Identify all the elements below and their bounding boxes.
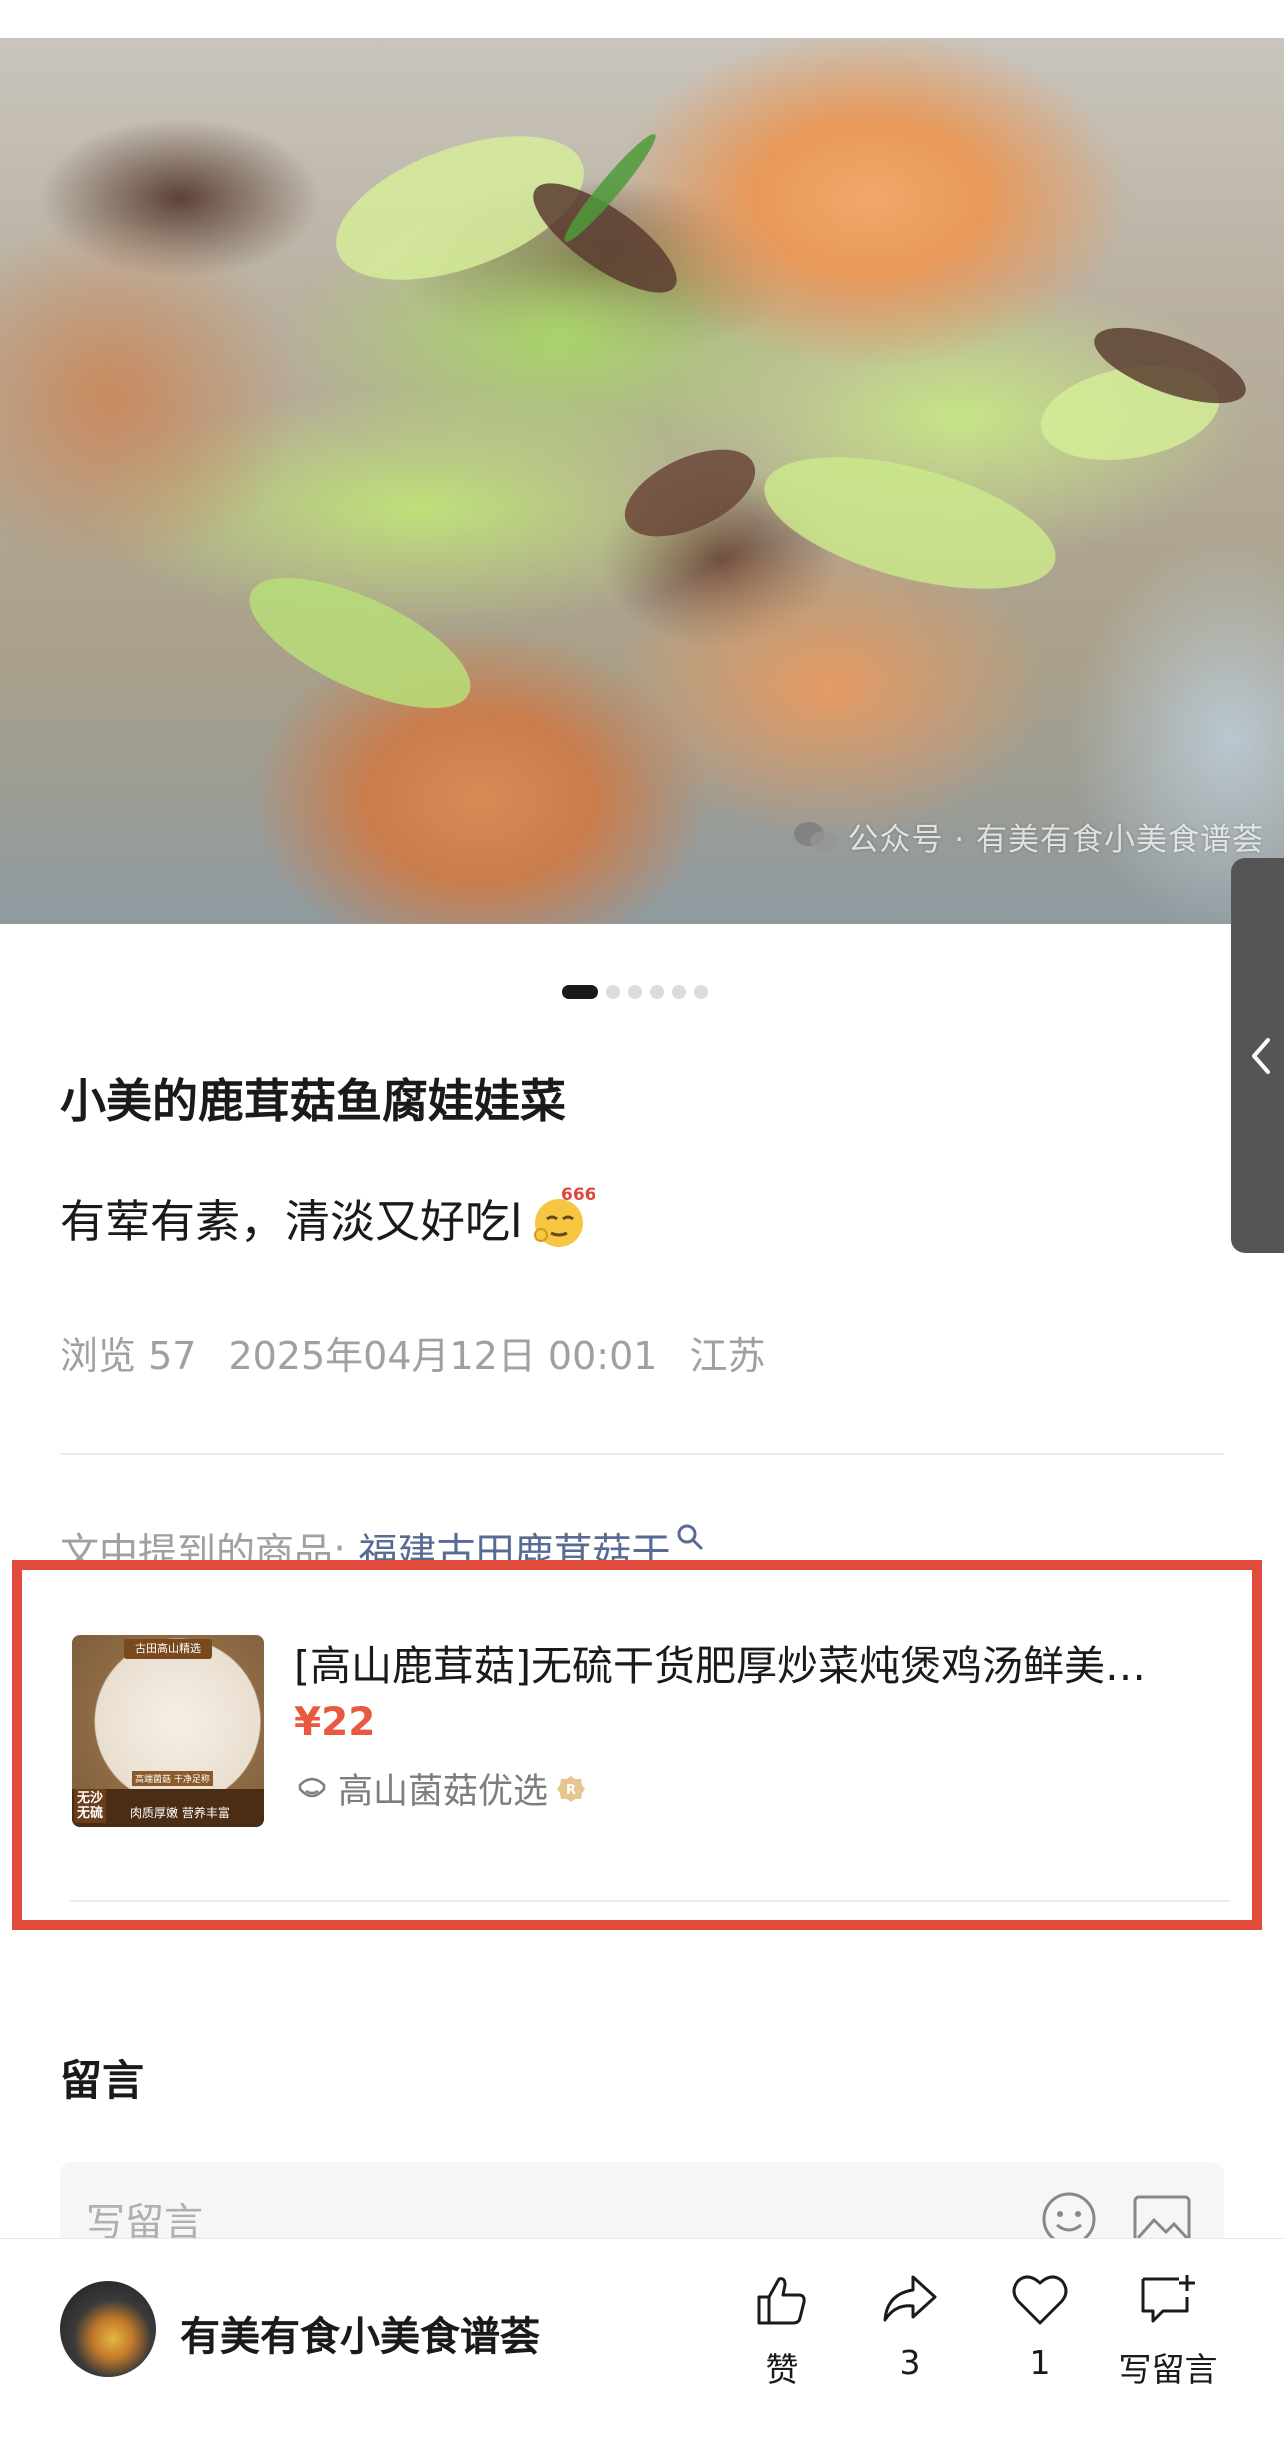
thumb-tag: 肉质厚嫩 营养丰富 xyxy=(130,1806,230,1820)
carousel-dot xyxy=(650,985,664,999)
view-count: 浏览 57 xyxy=(60,1334,197,1378)
shop-icon xyxy=(298,1777,326,1797)
product-title[interactable]: [高山鹿茸菇]无硫干货肥厚炒菜炖煲鸡汤鲜美… xyxy=(294,1632,1224,1692)
write-comment-button[interactable]: 写留言 xyxy=(1108,2269,1228,2391)
chevron-left-icon xyxy=(1252,1037,1270,1074)
article-description: 有荤有素，清淡又好吃l 666 xyxy=(60,1183,595,1251)
carousel-dot xyxy=(562,985,598,999)
avatar[interactable] xyxy=(60,2281,156,2377)
publish-datetime: 2025年04月12日 00:01 xyxy=(228,1334,658,1378)
favorite-button[interactable]: 1 xyxy=(980,2269,1100,2382)
product-price: ¥22 xyxy=(294,1700,376,1745)
share-icon xyxy=(883,2275,937,2322)
carousel-dot xyxy=(628,985,642,999)
divider xyxy=(70,1900,1230,1902)
thumb-tag: 高端菌菇 干净足称 xyxy=(132,1771,213,1786)
comment-add-icon xyxy=(1141,2275,1195,2323)
product-shop[interactable]: 高山菌菇优选 R xyxy=(294,1763,586,1814)
product-thumbnail: 古田高山精选 高端菌菇 干净足称 无沙 无硫 肉质厚嫩 营养丰富 xyxy=(72,1635,264,1827)
carousel-dot xyxy=(694,985,708,999)
publish-location: 江苏 xyxy=(689,1334,766,1378)
image-watermark: 公众号 · 有美有食小美食谱荟 xyxy=(793,814,1264,859)
like-button[interactable]: 赞 xyxy=(722,2269,842,2391)
like-label: 赞 xyxy=(765,2350,799,2389)
description-text: 有荤有素，清淡又好吃l xyxy=(60,1194,523,1248)
verified-badge-icon: R xyxy=(557,1775,586,1802)
article-meta: 浏览 57 2025年04月12日 00:01 江苏 xyxy=(60,1325,765,1380)
write-comment-label: 写留言 xyxy=(1118,2350,1218,2389)
bottom-action-bar: 有美有食小美食谱荟 赞 3 1 写留言 xyxy=(0,2238,1284,2452)
article-cover-image[interactable] xyxy=(0,38,1284,924)
favorite-count: 1 xyxy=(1029,2343,1051,2382)
divider xyxy=(60,1453,1224,1455)
thumbs-up-icon xyxy=(757,2277,806,2325)
emoji-666-icon: 666 xyxy=(533,1185,595,1247)
share-button[interactable]: 3 xyxy=(850,2269,970,2382)
article-title: 小美的鹿茸菇鱼腐娃娃菜 xyxy=(60,1074,566,1128)
svg-text:R: R xyxy=(566,1783,576,1798)
watermark-text: 公众号 · 有美有食小美食谱荟 xyxy=(847,822,1264,858)
comments-title: 留言 xyxy=(60,2056,145,2105)
shop-name: 高山菌菇优选 xyxy=(338,1772,549,1812)
carousel-dot xyxy=(672,985,686,999)
thumb-badge: 古田高山精选 xyxy=(124,1639,212,1659)
product-card[interactable]: 古田高山精选 高端菌菇 干净足称 无沙 无硫 肉质厚嫩 营养丰富 [高山鹿茸菇]… xyxy=(12,1560,1262,1930)
heart-icon xyxy=(1012,2275,1068,2325)
carousel-dot xyxy=(606,985,620,999)
search-icon[interactable] xyxy=(675,1522,705,1552)
side-drawer-tab[interactable] xyxy=(1231,858,1284,1253)
thumb-tag: 无沙 无硫 xyxy=(74,1789,107,1823)
emoji-label: 666 xyxy=(561,1185,595,1205)
wechat-icon xyxy=(794,821,837,851)
carousel-indicator xyxy=(562,985,708,999)
share-count: 3 xyxy=(899,2343,921,2382)
account-name[interactable]: 有美有食小美食谱荟 xyxy=(180,2304,540,2362)
